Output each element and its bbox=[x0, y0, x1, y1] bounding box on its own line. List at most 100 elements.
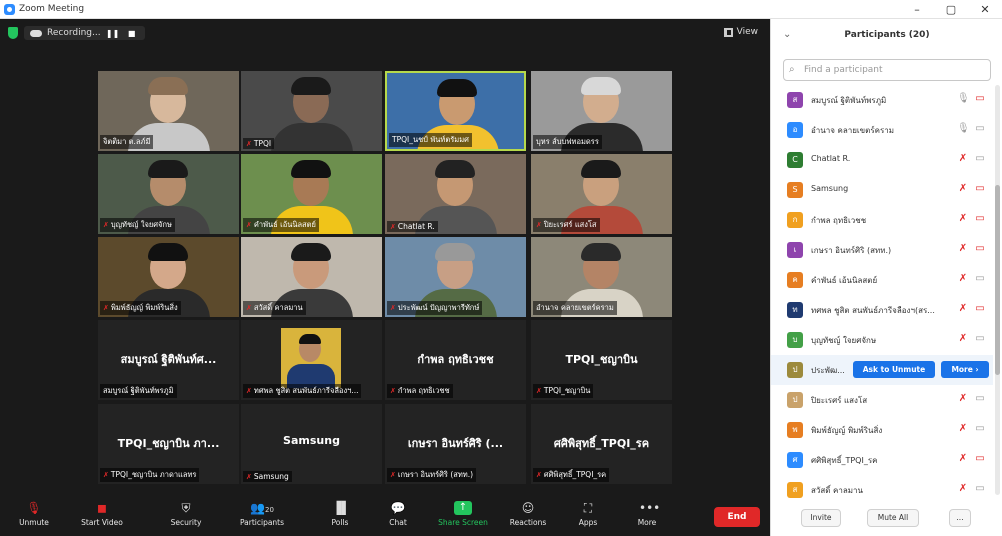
camera-icon[interactable]: ▭ bbox=[973, 153, 987, 164]
participant-more-button[interactable]: More › bbox=[941, 361, 989, 378]
participant-name-label: บุหร ส์บบฟทอมดรร bbox=[533, 135, 602, 149]
camera-off-icon[interactable]: ▭ bbox=[973, 183, 987, 194]
participant-video-tile[interactable]: สมบูรณ์ ฐิติพันท์ศ... สมบูรณ์ ฐิติพันท์พร… bbox=[98, 320, 239, 400]
camera-icon[interactable]: ▭ bbox=[973, 273, 987, 284]
camera-off-icon[interactable]: ▭ bbox=[973, 213, 987, 224]
mic-muted-icon[interactable]: ✗ bbox=[957, 423, 969, 434]
security-label: Security bbox=[170, 518, 202, 527]
participant-row[interactable]: ค คำพันธ์ เอ้นนิลสตย์ ✗ ▭ bbox=[771, 265, 993, 295]
pause-icon[interactable]: ❚❚ bbox=[106, 29, 120, 38]
camera-icon[interactable]: ▭ bbox=[973, 123, 987, 134]
camera-icon[interactable]: ▭ bbox=[973, 423, 987, 434]
participant-row[interactable]: ปประพัฒ... Ask to Unmute More › bbox=[771, 355, 993, 385]
shield-icon[interactable] bbox=[8, 27, 18, 39]
participant-name-label: ✗ คำพันธ์ เอ้นนิลสตย์ bbox=[243, 218, 319, 232]
participant-video-tile[interactable]: เกษรา อินทร์ศิริ (... ✗ เกษรา อินทร์ศิริ (… bbox=[385, 404, 526, 484]
participant-video-tile[interactable]: อำนาจ คลายเขตร์คราม bbox=[531, 237, 672, 317]
apps-button[interactable]: ⛶ Apps bbox=[558, 501, 618, 527]
participant-video-tile[interactable]: ศศิพิสุทธิ์_TPQI_รค ✗ ศศิพิสุทธิ์_TPQI_รค bbox=[531, 404, 672, 484]
avatar-photo: ป bbox=[787, 392, 803, 408]
participant-row[interactable]: บ บุญทัชญ์ ใจยศจักษ ✗ ▭ bbox=[771, 325, 993, 355]
mic-muted-icon[interactable]: ✗ bbox=[957, 153, 969, 164]
polls-button[interactable]: ▐▌ Polls bbox=[310, 501, 370, 527]
panel-more-button[interactable]: ... bbox=[949, 509, 971, 527]
participant-row[interactable]: พ พิมพ์ธัญญ์ พิมพ์รินสิ่ง ✗ ▭ bbox=[771, 415, 993, 445]
maximize-button[interactable]: ▢ bbox=[934, 0, 968, 19]
mic-muted-icon[interactable]: ✗ bbox=[957, 483, 969, 494]
participant-video-tile[interactable]: จิตติมา ต.ลภ์มี bbox=[98, 71, 239, 151]
apps-icon: ⛶ bbox=[583, 501, 593, 515]
mic-muted-icon[interactable]: ✗ bbox=[957, 183, 969, 194]
participant-video-tile[interactable]: ✗ TPQI bbox=[241, 71, 382, 151]
meeting-toolbar: 🎙 Unmute ◼ Start Video ⛨ Security 👥20 Pa… bbox=[0, 499, 770, 536]
participant-row[interactable]: ป ปิยะเรศร์ แสงโส ✗ ▭ bbox=[771, 385, 993, 415]
camera-icon[interactable]: ▭ bbox=[973, 483, 987, 494]
avatar: ศ bbox=[787, 452, 803, 468]
security-button[interactable]: ⛨ Security bbox=[156, 501, 216, 527]
share-screen-button[interactable]: ↑ Share Screen bbox=[433, 501, 493, 527]
camera-off-icon[interactable]: ▭ bbox=[973, 93, 987, 104]
mic-muted-icon: ✗ bbox=[390, 304, 396, 312]
participant-video-tile[interactable]: ✗ บุญทัชญ์ ใจยศจักษ bbox=[98, 154, 239, 234]
participant-row[interactable]: C Chatlat R. ✗ ▭ bbox=[771, 145, 993, 175]
start-video-button[interactable]: ◼ Start Video bbox=[72, 501, 132, 527]
participants-button[interactable]: 👥20 Participants bbox=[232, 501, 292, 527]
minimize-button[interactable]: – bbox=[900, 0, 934, 19]
camera-off-icon[interactable]: ▭ bbox=[973, 243, 987, 254]
mic-icon[interactable]: 🎙 bbox=[957, 123, 970, 134]
invite-button[interactable]: Invite bbox=[801, 509, 841, 527]
mic-muted-icon[interactable]: ✗ bbox=[957, 213, 969, 224]
participant-row[interactable]: S Samsung ✗ ▭ bbox=[771, 175, 993, 205]
stop-icon[interactable]: ■ bbox=[125, 29, 139, 38]
mic-icon[interactable]: 🎙 bbox=[957, 93, 970, 104]
close-window-button[interactable]: ✕ bbox=[968, 0, 1002, 19]
chat-button[interactable]: 💬 Chat bbox=[368, 501, 428, 527]
participant-video-tile[interactable]: ✗ คำพันธ์ เอ้นนิลสตย์ bbox=[241, 154, 382, 234]
mic-muted-icon[interactable]: ✗ bbox=[957, 393, 969, 404]
participant-video-tile[interactable]: ✗ สวัสดิ์ คาลมาน bbox=[241, 237, 382, 317]
participant-video-tile[interactable]: TPQI_ชญาบิน ภา... ✗ TPQI_ชญาบิน ภาดาแลทร bbox=[98, 404, 239, 484]
mic-muted-icon[interactable]: ✗ bbox=[957, 273, 969, 284]
mic-muted-icon[interactable]: ✗ bbox=[957, 333, 969, 344]
participant-video-tile[interactable]: TPQI_ชญาบิน ✗ TPQI_ชญาบิน bbox=[531, 320, 672, 400]
participant-row[interactable]: ส สมบูรณ์ ฐิติพันท์พรภูมิ 🎙 ▭ bbox=[771, 85, 993, 115]
camera-off-icon[interactable]: ▭ bbox=[973, 303, 987, 314]
more-button[interactable]: ••• More bbox=[617, 501, 677, 527]
mute-all-button[interactable]: Mute All bbox=[867, 509, 919, 527]
participant-list-scrollbar[interactable] bbox=[995, 85, 1000, 495]
participant-video-tile[interactable]: Samsung ✗ Samsung bbox=[241, 404, 382, 484]
mic-muted-icon: ✗ bbox=[246, 304, 252, 312]
participant-row[interactable]: ท ทศพล ชูสิต สนพันธ์ภารีจลืองฯ(สร... ✗ ▭ bbox=[771, 295, 993, 325]
reactions-button[interactable]: ☺ Reactions bbox=[498, 501, 558, 527]
participant-video-tile[interactable]: ✗ Chatlat R. bbox=[385, 154, 526, 234]
ask-to-unmute-button[interactable]: Ask to Unmute bbox=[853, 361, 935, 378]
participant-name: ประพัฒน์ ปัญญาพารีทักษ์ bbox=[397, 303, 480, 312]
participant-video-tile[interactable]: บุหร ส์บบฟทอมดรร bbox=[531, 71, 672, 151]
participant-row[interactable]: ก กำพล ฤทธิเวชช ✗ ▭ bbox=[771, 205, 993, 235]
participant-row[interactable]: ศ ศศิพิสุทธิ์_TPQI_รค ✗ ▭ bbox=[771, 445, 993, 475]
participant-video-tile[interactable]: กำพล ฤทธิเวชช ✗ กำพล ฤทธิเวชช bbox=[385, 320, 526, 400]
participant-row[interactable]: อ อำนาจ คลายเขตร์คราม 🎙 ▭ bbox=[771, 115, 993, 145]
participant-name: ปิยะเรศร์ แสงโส bbox=[543, 220, 597, 229]
participant-video-tile[interactable]: ✗ ปิยะเรศร์ แสงโส bbox=[531, 154, 672, 234]
mic-muted-icon[interactable]: ✗ bbox=[957, 303, 969, 314]
participant-name-label: ✗ TPQI bbox=[243, 138, 275, 149]
mic-muted-icon[interactable]: ✗ bbox=[957, 453, 969, 464]
participant-video-tile[interactable]: TPQI_นชป์ พันท์ตรัมมศ bbox=[385, 71, 526, 151]
camera-icon[interactable]: ▭ bbox=[973, 393, 987, 404]
participant-name: ปิยะเรศร์ แสงโส bbox=[811, 396, 868, 405]
participant-video-tile[interactable]: ✗ ทศพล ชูสิต สนพันธ์ภารีจลืองฯ... bbox=[241, 320, 382, 400]
scrollbar-thumb[interactable] bbox=[995, 185, 1000, 375]
participant-video-tile[interactable]: ✗ พิมพ์ธัญญ์ พิมพ์รินสิ่ง bbox=[98, 237, 239, 317]
participant-video-tile[interactable]: ✗ ประพัฒน์ ปัญญาพารีทักษ์ bbox=[385, 237, 526, 317]
view-button[interactable]: View bbox=[723, 27, 758, 37]
unmute-button[interactable]: 🎙 Unmute bbox=[4, 501, 64, 527]
camera-off-icon[interactable]: ▭ bbox=[973, 453, 987, 464]
end-meeting-button[interactable]: End bbox=[714, 507, 760, 527]
camera-icon[interactable]: ▭ bbox=[973, 333, 987, 344]
participant-name: สวัสดิ์ คาลมาน bbox=[811, 486, 863, 495]
participant-row[interactable]: เ เกษรา อินทร์ศิริ (สทท.) ✗ ▭ bbox=[771, 235, 993, 265]
participant-search-input[interactable]: ⌕ Find a participant bbox=[783, 59, 991, 81]
mic-muted-icon[interactable]: ✗ bbox=[957, 243, 969, 254]
participant-name: บุญทัชญ์ ใจยศจักษ bbox=[110, 220, 172, 229]
